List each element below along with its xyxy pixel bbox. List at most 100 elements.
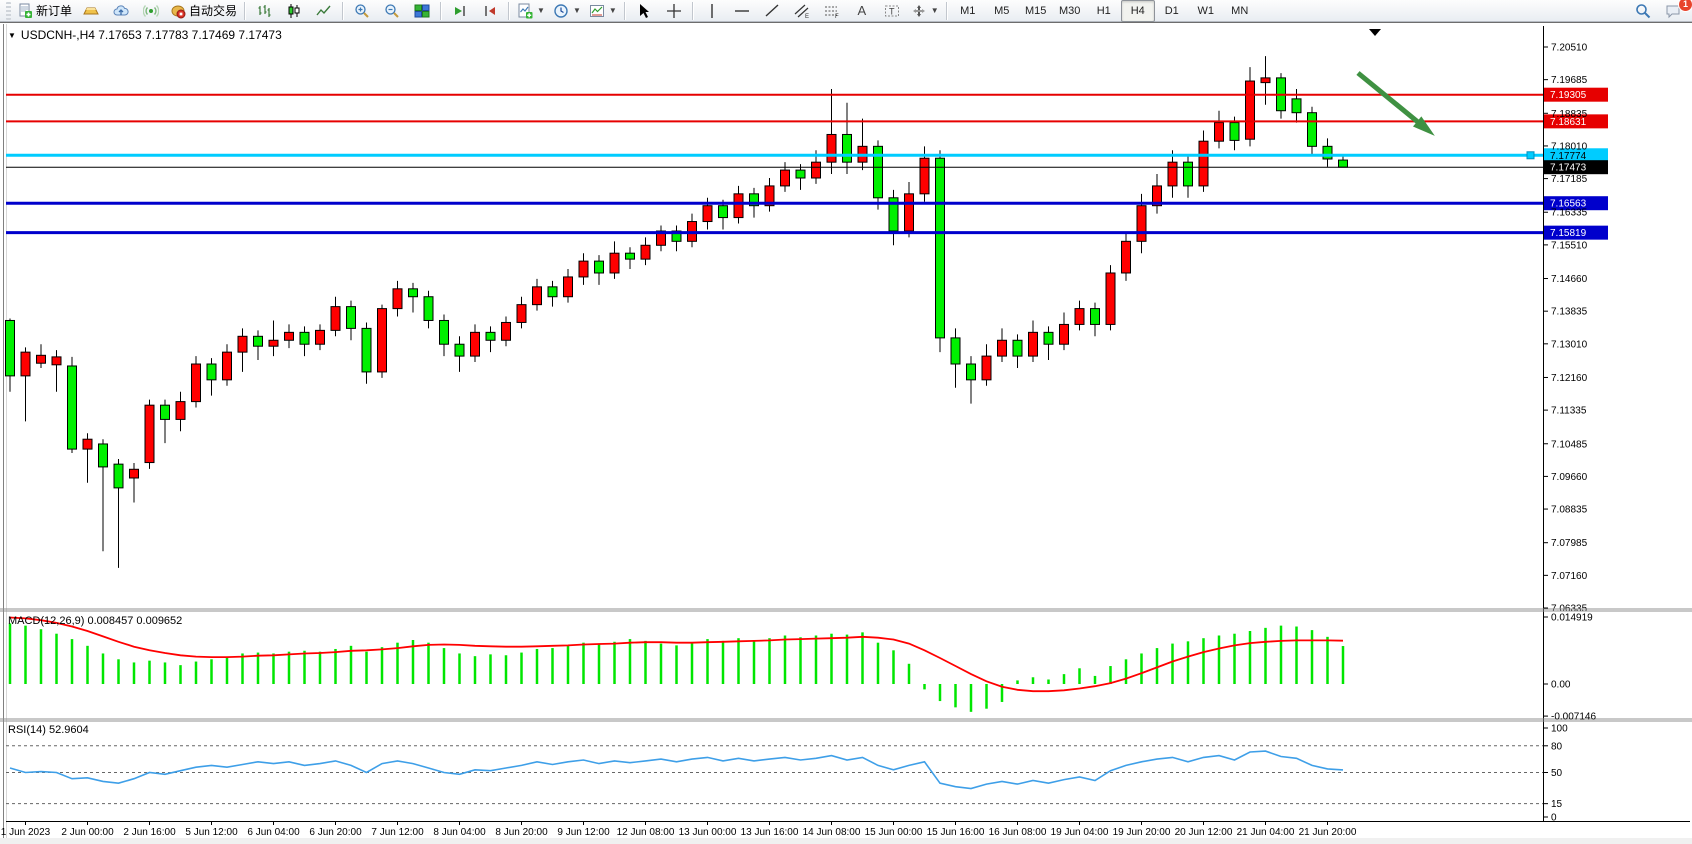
candlestick-mode-button[interactable] — [279, 0, 309, 22]
trendline-tool-button[interactable] — [757, 0, 787, 22]
auto-scroll-button[interactable] — [445, 0, 475, 22]
svg-text:0.00: 0.00 — [1551, 680, 1571, 691]
fibonacci-icon: F — [824, 3, 840, 19]
macd-layer — [10, 618, 1343, 712]
timeframe-label: MN — [1231, 5, 1248, 17]
signal-button[interactable] — [136, 0, 166, 22]
candlestick-icon — [286, 3, 302, 19]
svg-text:7.20510: 7.20510 — [1551, 43, 1588, 54]
svg-text:15 Jun 00:00: 15 Jun 00:00 — [865, 827, 923, 838]
trendline-icon — [764, 3, 780, 19]
timeframe-label: W1 — [1197, 5, 1214, 17]
svg-text:7.17185: 7.17185 — [1551, 174, 1588, 185]
rsi-indicator-label: RSI(14) 52.9604 — [8, 724, 89, 736]
svg-text:0: 0 — [1551, 813, 1557, 824]
timeframe-m1-button[interactable]: M1 — [951, 0, 985, 22]
crosshair-icon — [666, 3, 682, 19]
text-tool-button[interactable]: A — [847, 0, 877, 22]
svg-text:13 Jun 00:00: 13 Jun 00:00 — [679, 827, 737, 838]
svg-text:7.19305: 7.19305 — [1550, 90, 1587, 101]
timeframe-m30-button[interactable]: M30 — [1053, 0, 1087, 22]
timeframe-label: H4 — [1131, 5, 1145, 17]
chart-shift-button[interactable] — [475, 0, 505, 22]
vertical-line-icon — [704, 3, 720, 19]
svg-text:80: 80 — [1551, 741, 1563, 752]
svg-text:2 Jun 16:00: 2 Jun 16:00 — [123, 827, 176, 838]
svg-text:12 Jun 08:00: 12 Jun 08:00 — [617, 827, 675, 838]
line-chart-mode-button[interactable] — [309, 0, 339, 22]
bar-chart-mode-button[interactable] — [249, 0, 279, 22]
new-order-label: 新订单 — [36, 2, 72, 19]
new-order-button[interactable]: 新订单 — [13, 0, 76, 22]
arrows-tool-button[interactable]: ▼ — [907, 0, 943, 22]
svg-text:21 Jun 20:00: 21 Jun 20:00 — [1299, 827, 1357, 838]
symbol-collapse-icon[interactable]: ▼ — [8, 31, 16, 40]
annotations-layer — [1358, 29, 1435, 136]
svg-text:7.15819: 7.15819 — [1550, 228, 1587, 239]
equidistant-channel-tool-button[interactable]: E — [787, 0, 817, 22]
svg-text:8 Jun 20:00: 8 Jun 20:00 — [495, 827, 548, 838]
timeframe-d1-button[interactable]: D1 — [1155, 0, 1189, 22]
indicators-button[interactable]: ▼ — [513, 0, 549, 22]
svg-text:7 Jun 12:00: 7 Jun 12:00 — [371, 827, 424, 838]
horizontal-line-tool-button[interactable] — [727, 0, 757, 22]
svg-text:7.07160: 7.07160 — [1551, 571, 1588, 582]
timeframe-m15-button[interactable]: M15 — [1019, 0, 1053, 22]
cloud-icon — [113, 3, 129, 19]
text-label-tool-button[interactable]: T — [877, 0, 907, 22]
vertical-line-tool-button[interactable] — [697, 0, 727, 22]
svg-text:7.12160: 7.12160 — [1551, 373, 1588, 384]
svg-text:15 Jun 16:00: 15 Jun 16:00 — [927, 827, 985, 838]
zoom-in-button[interactable] — [347, 0, 377, 22]
cursor-icon — [636, 3, 652, 19]
chart-shift-marker — [1369, 29, 1381, 36]
signal-icon — [143, 3, 159, 19]
horizontal-line-icon — [734, 3, 750, 19]
templates-button[interactable]: ▼ — [585, 0, 621, 22]
cursor-tool-button[interactable] — [629, 0, 659, 22]
timeframe-m5-button[interactable]: M5 — [985, 0, 1019, 22]
svg-text:20 Jun 12:00: 20 Jun 12:00 — [1175, 827, 1233, 838]
macd-indicator-label: MACD(12,26,9) 0.008457 0.009652 — [8, 615, 182, 627]
svg-text:5 Jun 12:00: 5 Jun 12:00 — [185, 827, 238, 838]
timeframe-mn-button[interactable]: MN — [1223, 0, 1257, 22]
svg-text:21 Jun 04:00: 21 Jun 04:00 — [1237, 827, 1295, 838]
timeframe-w1-button[interactable]: W1 — [1189, 0, 1223, 22]
svg-text:T: T — [889, 6, 895, 16]
dropdown-arrow-icon: ▼ — [931, 6, 939, 15]
fibonacci-tool-button[interactable]: F — [817, 0, 847, 22]
zoom-out-button[interactable] — [377, 0, 407, 22]
autotrade-button[interactable]: 自动交易 — [166, 0, 241, 22]
timeframe-h4-button[interactable]: H4 — [1121, 0, 1155, 22]
periods-button[interactable]: ▼ — [549, 0, 585, 22]
toolbar-grip[interactable] — [6, 2, 11, 20]
time-axis: 1 Jun 20232 Jun 00:002 Jun 16:005 Jun 12… — [1, 821, 1357, 838]
timeframe-label: M30 — [1059, 5, 1080, 17]
gold-ingot-icon — [83, 3, 99, 19]
chart-canvas[interactable]: 7.193057.186317.177747.174737.165637.158… — [0, 23, 1692, 839]
search-button[interactable] — [1628, 0, 1658, 22]
indicators-icon — [517, 3, 533, 19]
toolbar-separator — [342, 2, 344, 20]
svg-text:2 Jun 00:00: 2 Jun 00:00 — [61, 827, 114, 838]
cloud-sync-button[interactable] — [106, 0, 136, 22]
svg-text:7.13010: 7.13010 — [1551, 339, 1588, 350]
svg-text:8 Jun 04:00: 8 Jun 04:00 — [433, 827, 486, 838]
timeframe-label: M5 — [994, 5, 1009, 17]
main-toolbar: 新订单 自动交易 — [0, 0, 1692, 22]
timeframe-h1-button[interactable]: H1 — [1087, 0, 1121, 22]
zoom-in-icon — [354, 3, 370, 19]
tile-windows-button[interactable] — [407, 0, 437, 22]
text-tool-icon: A — [857, 3, 866, 18]
market-watch-button[interactable] — [76, 0, 106, 22]
svg-text:7.14660: 7.14660 — [1551, 274, 1588, 285]
crosshair-tool-button[interactable] — [659, 0, 689, 22]
svg-text:7.07985: 7.07985 — [1551, 538, 1588, 549]
toolbar-separator — [440, 2, 442, 20]
chart-shift-icon — [482, 3, 498, 19]
channel-icon: E — [794, 3, 810, 19]
svg-text:50: 50 — [1551, 768, 1563, 779]
notifications-button[interactable]: 1 — [1658, 0, 1688, 22]
svg-text:F: F — [835, 14, 839, 19]
svg-text:7.19685: 7.19685 — [1551, 75, 1588, 86]
